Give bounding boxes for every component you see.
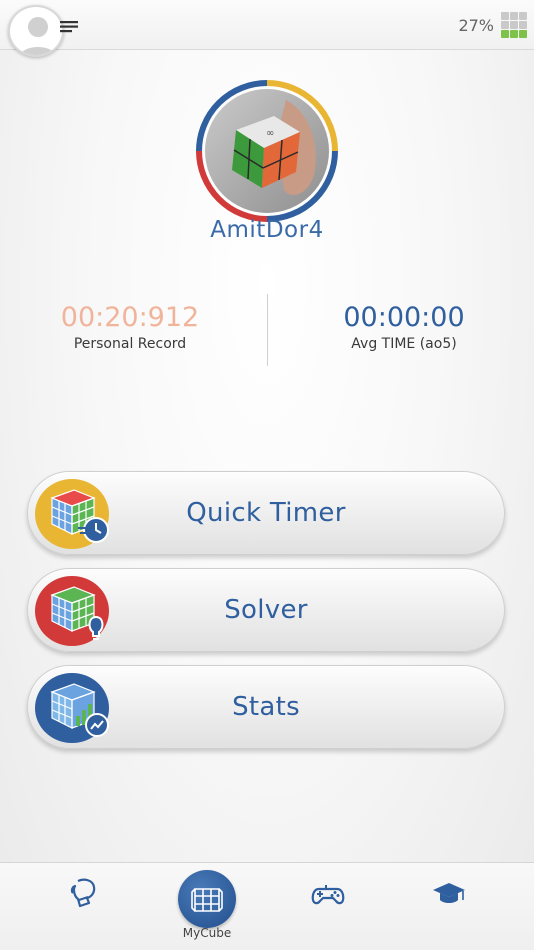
avg-time-label: Avg TIME (ao5) (351, 336, 457, 352)
top-bar: 27% (0, 0, 534, 57)
stats-button[interactable]: Stats (27, 665, 505, 749)
personal-record-label: Personal Record (73, 336, 187, 352)
user-avatar-icon[interactable] (8, 5, 64, 57)
personal-record-value: 00:20:912 (60, 302, 200, 333)
profile-photo[interactable]: ∞ (196, 80, 338, 222)
battery-percent: 27% (458, 15, 494, 35)
nav-item-boxing[interactable] (55, 863, 115, 950)
quick-timer-label: Quick Timer (186, 498, 346, 528)
mycube-nav-circle (178, 870, 236, 928)
gamepad-icon (311, 877, 345, 909)
cube-grid-icon (191, 888, 223, 912)
avg-time-value: 00:00:00 (343, 302, 465, 333)
cube-battery-icon (500, 11, 528, 39)
quick-timer-button[interactable]: Quick Timer (27, 471, 505, 555)
stats-divider (267, 294, 268, 366)
boxing-glove-icon (69, 877, 101, 909)
hamburger-menu-icon[interactable] (58, 19, 80, 35)
nav-item-games[interactable] (297, 863, 357, 950)
graduation-cap-icon (432, 877, 465, 909)
personal-record-stat: 00:20:912 Personal Record (0, 302, 260, 352)
nav-item-mycube[interactable]: MyCube (170, 863, 244, 950)
svg-text:∞: ∞ (266, 128, 274, 139)
solver-button[interactable]: Solver (27, 568, 505, 652)
battery-indicator: 27% (458, 11, 528, 39)
mycube-label: MyCube (182, 926, 232, 940)
avg-time-stat: 00:00:00 Avg TIME (ao5) (274, 302, 534, 352)
solver-label: Solver (224, 595, 308, 625)
bottom-nav: MyCube (0, 862, 534, 950)
username: AmitDor4 (210, 217, 324, 243)
nav-item-learn[interactable] (418, 863, 478, 950)
stats-label: Stats (232, 692, 300, 722)
